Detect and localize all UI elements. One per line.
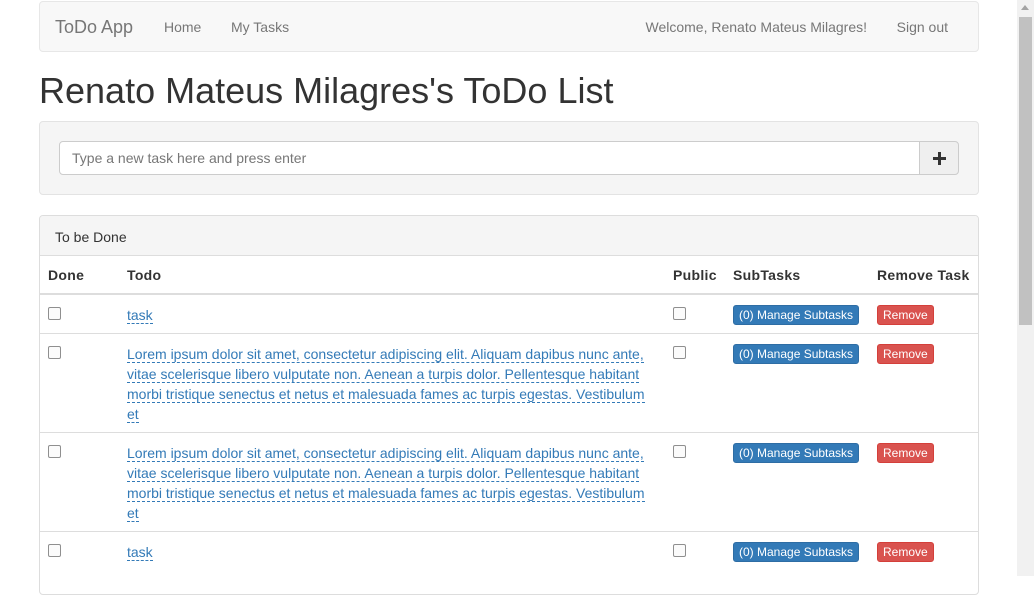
column-header-todo: Todo (119, 256, 665, 295)
add-task-button[interactable] (919, 141, 959, 175)
remove-button[interactable]: Remove (877, 305, 934, 325)
scroll-up-arrow-icon[interactable] (1021, 5, 1029, 10)
remove-button[interactable]: Remove (877, 344, 934, 364)
remove-button[interactable]: Remove (877, 443, 934, 463)
done-checkbox[interactable] (48, 307, 61, 320)
table-header-row: Done Todo Public SubTasks Remove Task (40, 256, 978, 295)
column-header-subtasks: SubTasks (725, 256, 869, 295)
table-row: Lorem ipsum dolor sit amet, consectetur … (40, 432, 978, 532)
remove-button[interactable]: Remove (877, 542, 934, 562)
plus-icon (933, 152, 946, 165)
welcome-text: Welcome, Renato Mateus Milagres! (645, 19, 868, 35)
table-row: Lorem ipsum dolor sit amet, consectetur … (40, 333, 978, 433)
public-checkbox[interactable] (673, 346, 686, 359)
page-title: Renato Mateus Milagres's ToDo List (39, 70, 614, 111)
panel-heading: To be Done (40, 216, 978, 256)
manage-subtasks-button[interactable]: (0) Manage Subtasks (733, 443, 860, 463)
nav-home-link[interactable]: Home (164, 19, 201, 35)
column-header-remove-task: Remove Task (869, 256, 978, 295)
todo-text-link[interactable]: task (127, 307, 153, 324)
todo-text-link[interactable]: task (127, 544, 153, 561)
scrollbar-thumb[interactable] (1019, 17, 1032, 325)
vertical-scrollbar[interactable] (1017, 0, 1034, 576)
todo-text-link[interactable]: Lorem ipsum dolor sit amet, consectetur … (127, 346, 645, 423)
todo-text-link[interactable]: Lorem ipsum dolor sit amet, consectetur … (127, 445, 645, 522)
page-container: ToDo App Home My Tasks Welcome, Renato M… (39, 0, 979, 595)
todo-panel: To be Done Done Todo Public SubTasks Rem… (39, 215, 979, 595)
navbar: ToDo App Home My Tasks Welcome, Renato M… (39, 1, 979, 52)
manage-subtasks-button[interactable]: (0) Manage Subtasks (733, 542, 860, 562)
manage-subtasks-button[interactable]: (0) Manage Subtasks (733, 344, 860, 364)
new-task-input[interactable] (59, 141, 920, 175)
table-row: task (0) Manage Subtasks Remove (40, 531, 978, 570)
new-task-form (39, 121, 979, 195)
done-checkbox[interactable] (48, 544, 61, 557)
public-checkbox[interactable] (673, 307, 686, 320)
nav-my-tasks-link[interactable]: My Tasks (231, 19, 289, 35)
done-checkbox[interactable] (48, 445, 61, 458)
column-header-done: Done (40, 256, 119, 295)
public-checkbox[interactable] (673, 544, 686, 557)
done-checkbox[interactable] (48, 346, 61, 359)
column-header-public: Public (665, 256, 725, 295)
sign-out-link[interactable]: Sign out (897, 19, 948, 35)
table-row: task (0) Manage Subtasks Remove (40, 293, 978, 334)
public-checkbox[interactable] (673, 445, 686, 458)
todo-table: Done Todo Public SubTasks Remove Task ta… (40, 256, 978, 570)
manage-subtasks-button[interactable]: (0) Manage Subtasks (733, 305, 860, 325)
brand-link[interactable]: ToDo App (55, 17, 133, 38)
